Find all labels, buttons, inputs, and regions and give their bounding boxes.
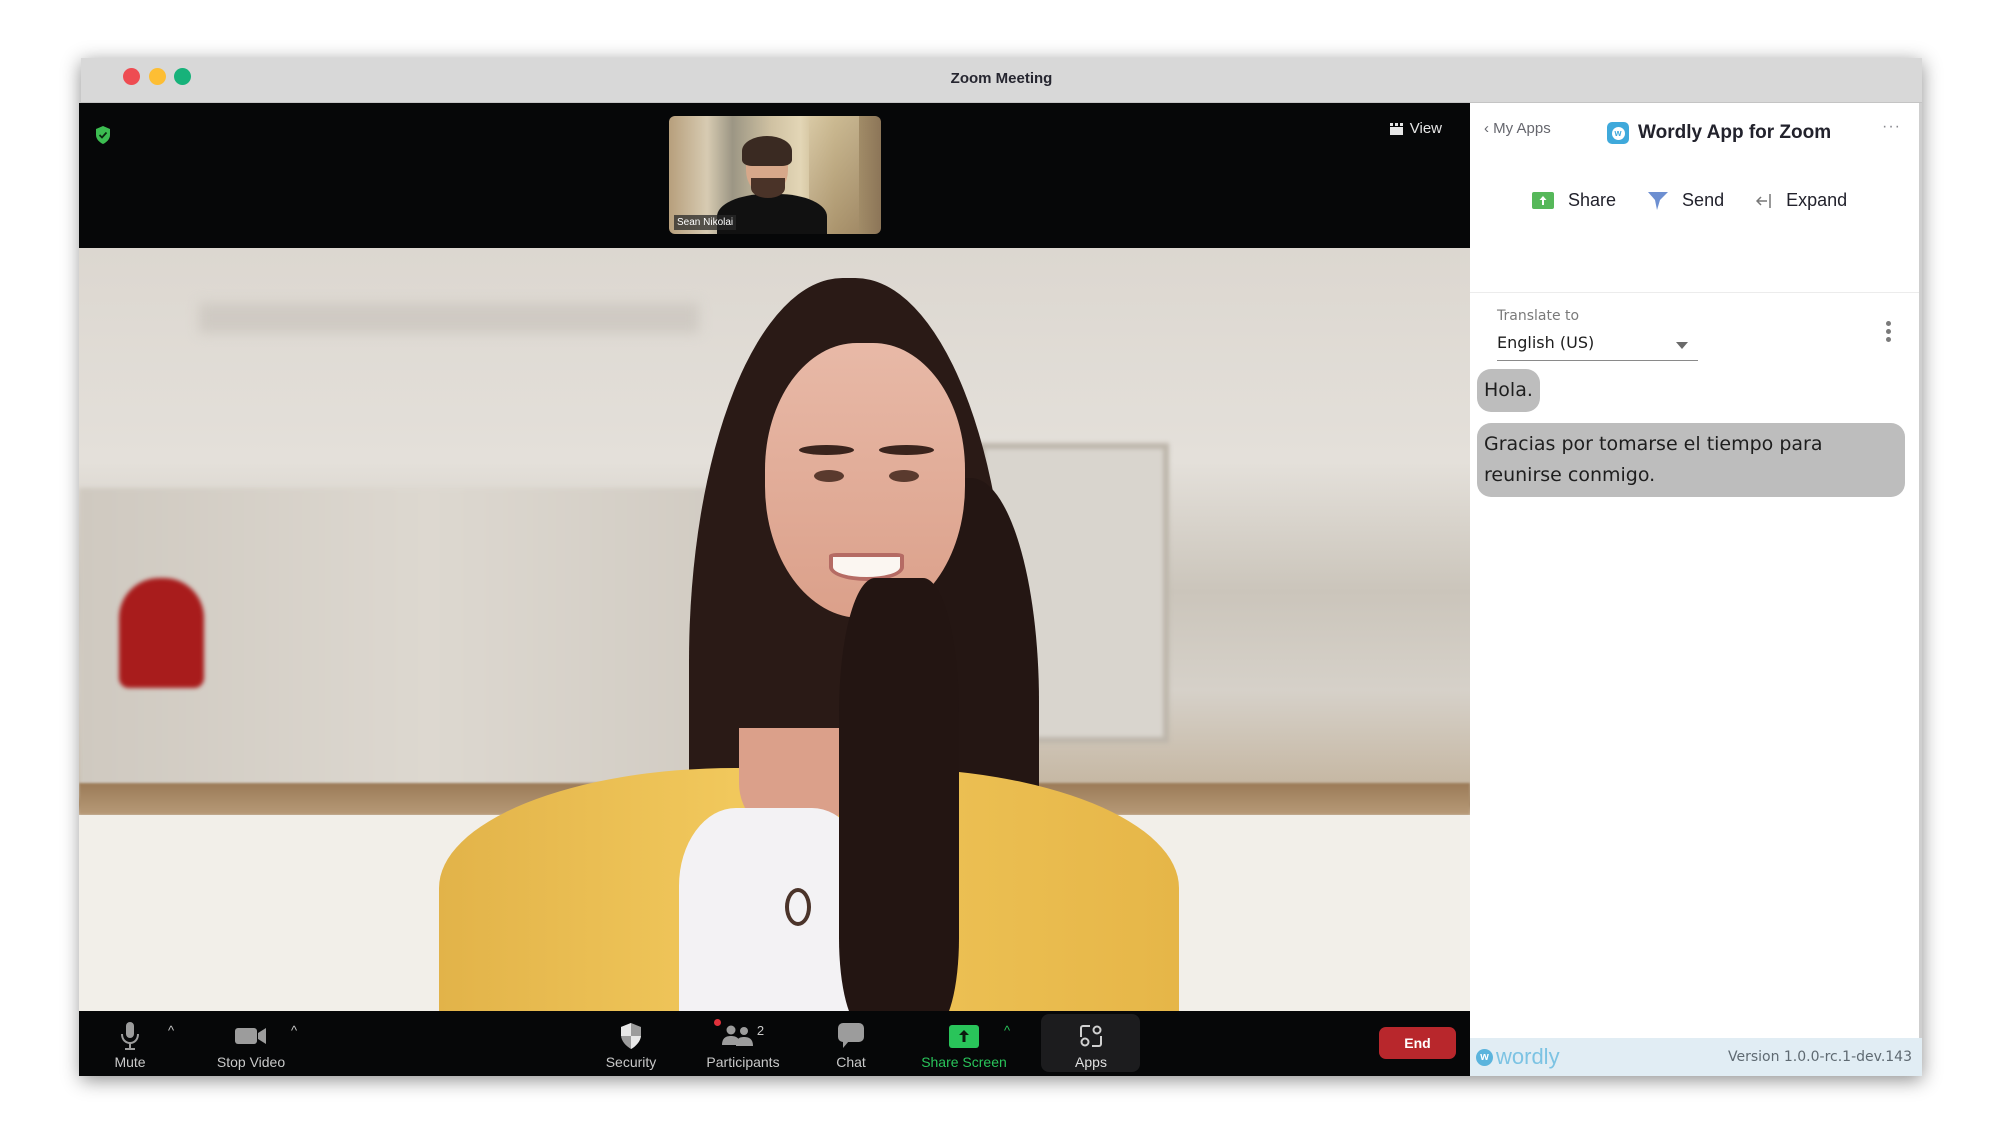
wordly-brand-icon: w xyxy=(1476,1048,1493,1066)
share-options-caret[interactable]: ^ xyxy=(1004,1023,1010,1038)
chat-button[interactable]: Chat xyxy=(829,1011,873,1076)
share-action-button[interactable]: Share xyxy=(1532,190,1616,211)
notification-dot xyxy=(713,1019,721,1026)
video-camera-icon xyxy=(235,1028,266,1044)
apps-icon xyxy=(1080,1025,1102,1047)
participants-button[interactable]: 2 Participants xyxy=(693,1011,793,1076)
gallery-strip: Sean Nikolai View xyxy=(79,103,1470,248)
zoom-window: Zoom Meeting Sean Nikolai View Mute ^ St… xyxy=(79,58,1922,1076)
microphone-icon xyxy=(121,1022,139,1050)
stop-video-button[interactable]: Stop Video xyxy=(206,1011,296,1076)
title-bar: Zoom Meeting xyxy=(81,58,1922,103)
audio-options-caret[interactable]: ^ xyxy=(168,1023,174,1038)
video-options-caret[interactable]: ^ xyxy=(291,1023,297,1038)
expand-arrow-icon xyxy=(1756,193,1771,208)
meeting-toolbar: Mute ^ Stop Video ^ Security 2 Participa… xyxy=(79,1011,1470,1076)
meeting-area: Sean Nikolai View Mute ^ Stop Video ^ Se… xyxy=(79,103,1470,1076)
grid-view-icon xyxy=(1389,122,1403,135)
encryption-shield-icon[interactable] xyxy=(95,126,111,144)
active-speaker-video xyxy=(79,248,1470,1011)
translate-to-label: Translate to xyxy=(1497,308,1580,324)
chevron-left-icon: ‹ xyxy=(1484,120,1489,137)
kebab-menu-icon[interactable] xyxy=(1884,321,1892,343)
participant-thumbnail[interactable]: Sean Nikolai xyxy=(669,116,881,234)
share-screen-icon xyxy=(949,1024,979,1048)
expand-action-button[interactable]: Expand xyxy=(1756,190,1847,211)
share-screen-button[interactable]: Share Screen xyxy=(915,1011,1013,1076)
security-shield-icon xyxy=(621,1023,641,1049)
panel-divider xyxy=(1470,292,1922,293)
view-button[interactable]: View xyxy=(1389,120,1442,137)
send-funnel-icon xyxy=(1648,191,1669,210)
security-button[interactable]: Security xyxy=(599,1011,663,1076)
participants-icon xyxy=(721,1025,753,1046)
my-apps-back-link[interactable]: ‹ My Apps xyxy=(1484,120,1551,137)
wordly-app-panel: ‹ My Apps w Wordly App for Zoom ··· Shar… xyxy=(1470,103,1922,1076)
translate-language-select[interactable]: English (US) xyxy=(1497,331,1698,361)
transcript-message: Gracias por tomarse el tiempo para reuni… xyxy=(1477,423,1905,497)
view-label: View xyxy=(1409,120,1442,137)
chat-bubble-icon xyxy=(838,1023,864,1048)
participant-name-label: Sean Nikolai xyxy=(674,215,737,230)
wordly-brand: w wordly xyxy=(1476,1044,1560,1070)
dropdown-arrow-icon xyxy=(1676,342,1688,349)
window-title: Zoom Meeting xyxy=(950,70,1053,87)
panel-scrollbar[interactable] xyxy=(1919,103,1922,1038)
app-title: Wordly App for Zoom xyxy=(1638,122,1832,143)
mute-button[interactable]: Mute xyxy=(109,1011,151,1076)
participants-count: 2 xyxy=(756,1023,765,1038)
panel-footer: w wordly Version 1.0.0-rc.1-dev.143 xyxy=(1470,1038,1922,1076)
share-up-arrow-icon xyxy=(1532,192,1554,209)
selected-language: English (US) xyxy=(1497,333,1595,352)
apps-button[interactable]: Apps xyxy=(1061,1011,1121,1076)
panel-actions: Share Send Expand xyxy=(1532,190,1879,211)
more-options-button[interactable]: ··· xyxy=(1882,118,1901,136)
version-label: Version 1.0.0-rc.1-dev.143 xyxy=(1727,1049,1912,1065)
wordly-logo-icon: w xyxy=(1607,122,1629,144)
end-meeting-button[interactable]: End xyxy=(1379,1027,1456,1059)
send-action-button[interactable]: Send xyxy=(1648,190,1724,211)
transcript-message: Hola. xyxy=(1477,369,1540,412)
